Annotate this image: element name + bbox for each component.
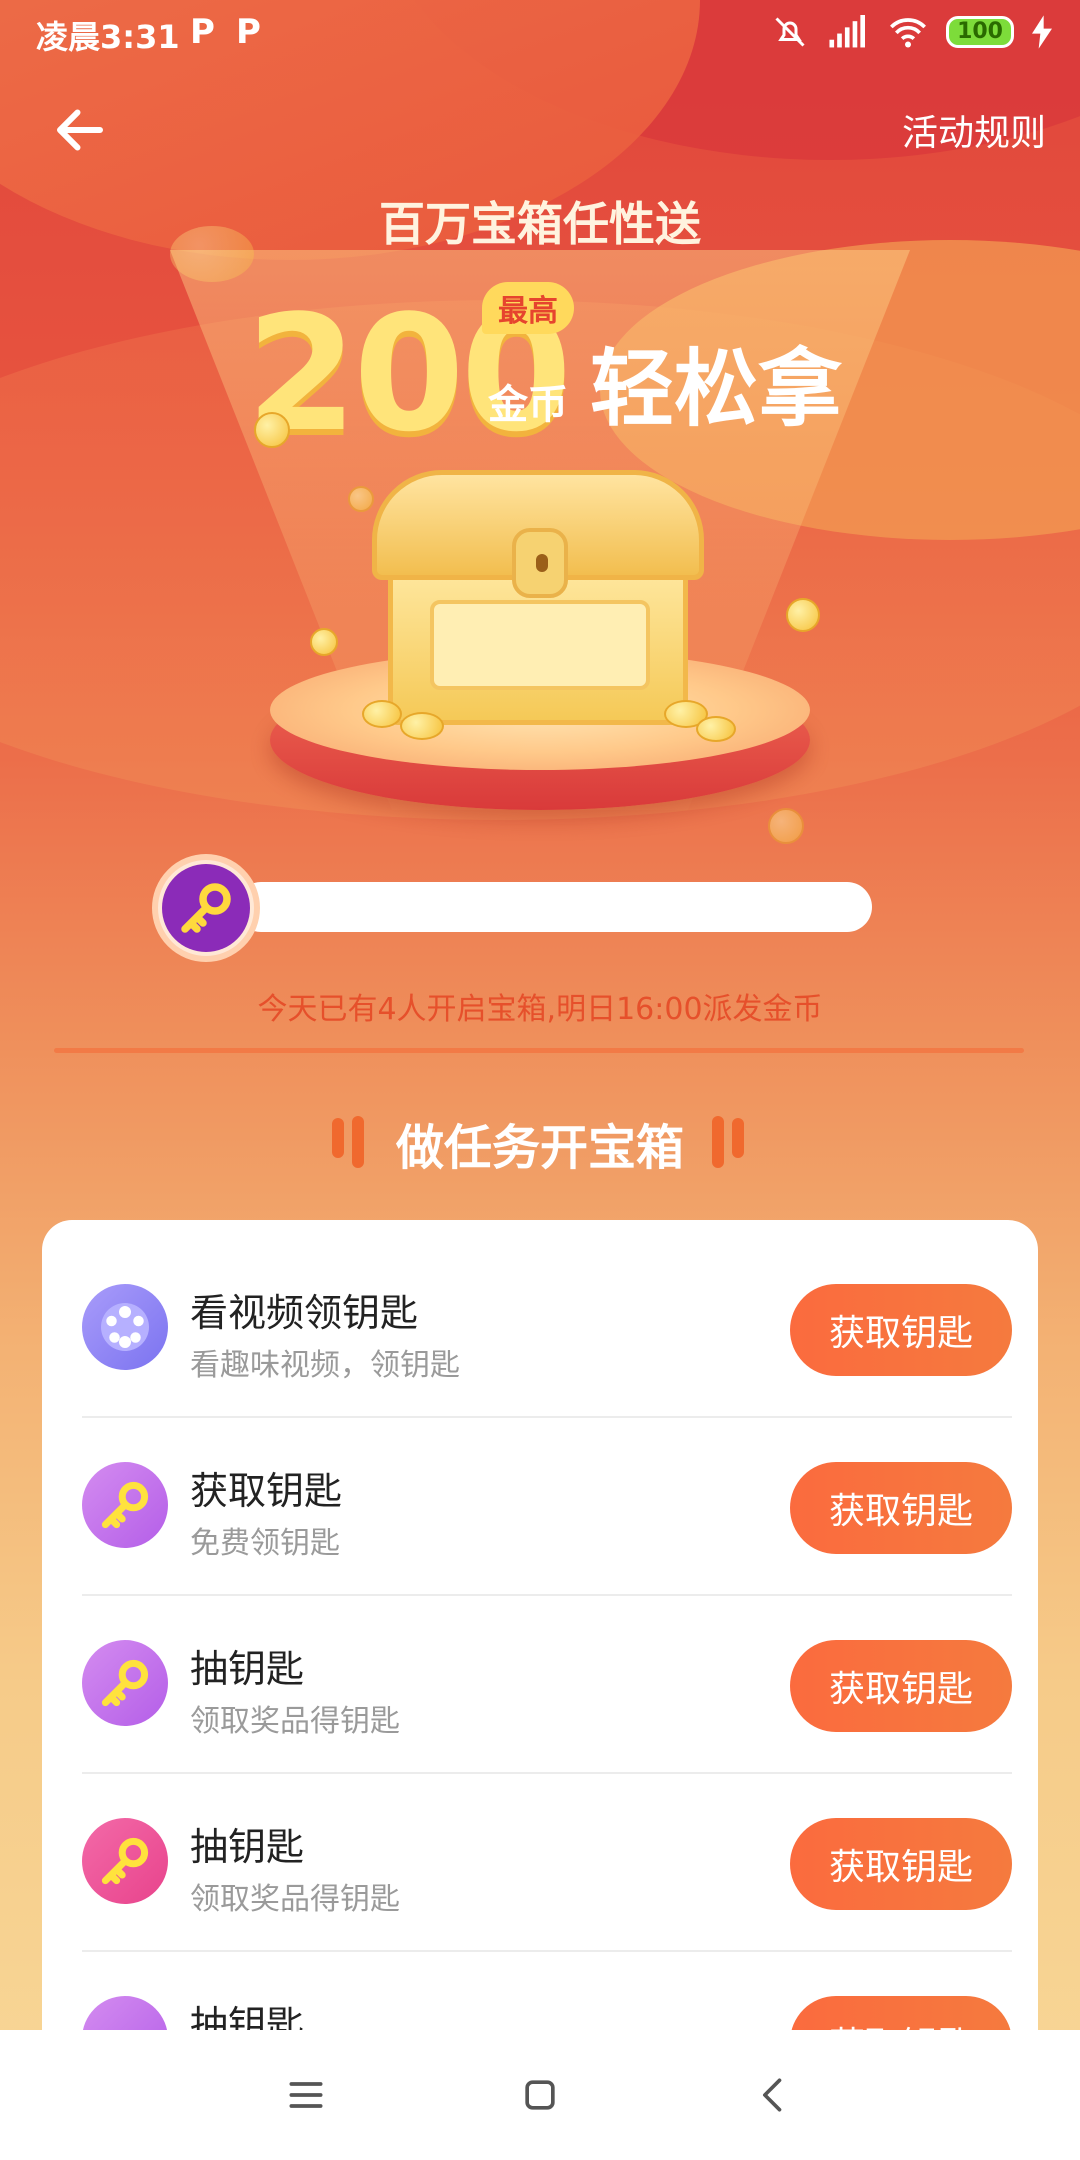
notification-p-icon: P: [236, 12, 261, 52]
gold-coin-icon: [170, 226, 254, 282]
back-icon[interactable]: [752, 2073, 796, 2117]
get-key-button[interactable]: 获取钥匙: [790, 1284, 1012, 1376]
gold-coin-icon: [362, 700, 402, 728]
gold-coin-icon: [254, 412, 290, 448]
status-icons: 100: [772, 14, 1052, 50]
task-desc: 领取奖品得钥匙: [190, 1882, 400, 1917]
gold-coin-icon: [348, 486, 374, 512]
section-title: 做任务开宝箱: [395, 1120, 684, 1176]
get-key-button[interactable]: 获取钥匙: [790, 1462, 1012, 1554]
hero-title: 百万宝箱任性送: [379, 197, 701, 251]
menu-icon[interactable]: [284, 2073, 328, 2117]
key-icon: [82, 1462, 168, 1548]
task-desc: 免费领钥匙: [190, 1526, 340, 1561]
notification-p-icon: P: [190, 12, 215, 52]
gold-coin-icon: [310, 628, 338, 656]
task-name: 看视频领钥匙: [190, 1291, 419, 1335]
task-row: 抽钥匙 领取奖品得钥匙 获取钥匙: [82, 1596, 1012, 1774]
task-name: 获取钥匙: [190, 1469, 343, 1513]
gold-coin-icon: [400, 712, 444, 740]
get-key-button[interactable]: 获取钥匙: [790, 1818, 1012, 1910]
film-reel-icon: [82, 1284, 168, 1370]
charging-bolt-icon: [1032, 15, 1052, 49]
get-key-button[interactable]: 获取钥匙: [790, 1640, 1012, 1732]
key-icon: [181, 883, 231, 933]
battery-icon: 100: [946, 16, 1014, 48]
key-icon: [82, 1818, 168, 1904]
title-decor-right: [712, 1116, 744, 1168]
key-progress-bar: [236, 882, 872, 932]
task-row: 获取钥匙 免费领钥匙 获取钥匙: [82, 1418, 1012, 1596]
status-time: 凌晨3:31: [36, 18, 180, 56]
max-badge: 最高: [482, 282, 574, 334]
gold-coin-icon: [768, 808, 804, 844]
task-name: 抽钥匙: [190, 1647, 305, 1691]
chest-lock-icon: [512, 528, 568, 598]
divider: [54, 1048, 1024, 1053]
task-card: 看视频领钥匙 看趣味视频，领钥匙 获取钥匙 获取钥匙 免费领钥匙 获取钥匙 抽钥…: [42, 1220, 1038, 2060]
progress-key-badge: [152, 854, 260, 962]
task-desc: 看趣味视频，领钥匙: [190, 1348, 460, 1383]
activity-rules-link[interactable]: 活动规则: [902, 104, 1046, 156]
wifi-icon: [890, 18, 927, 48]
hero-unit: 金币: [488, 382, 568, 428]
back-arrow-icon[interactable]: [50, 100, 110, 160]
page: 凌晨3:31 P P 100 活动规则 百万宝箱任性送 200 最高 金币 轻松…: [0, 0, 1080, 2160]
signal-icon: [829, 15, 866, 48]
task-row: 看视频领钥匙 看趣味视频，领钥匙 获取钥匙: [82, 1240, 1012, 1418]
hero-slogan: 轻松拿: [590, 340, 843, 438]
status-bar: 凌晨3:31 P P 100: [0, 0, 1080, 70]
key-icon: [82, 1640, 168, 1726]
gold-coin-icon: [786, 598, 820, 632]
mute-bell-icon: [775, 17, 805, 47]
gold-coin-icon: [696, 716, 736, 742]
chest-plate: [430, 600, 650, 690]
home-icon[interactable]: [518, 2073, 562, 2117]
system-navigation-bar: [0, 2030, 1080, 2160]
task-desc: 领取奖品得钥匙: [190, 1704, 400, 1739]
task-row: 抽钥匙 领取奖品得钥匙 获取钥匙: [82, 1774, 1012, 1952]
task-name: 抽钥匙: [190, 1825, 305, 1869]
open-notice: 今天已有4人开启宝箱,明日16:00派发金币: [257, 992, 823, 1027]
